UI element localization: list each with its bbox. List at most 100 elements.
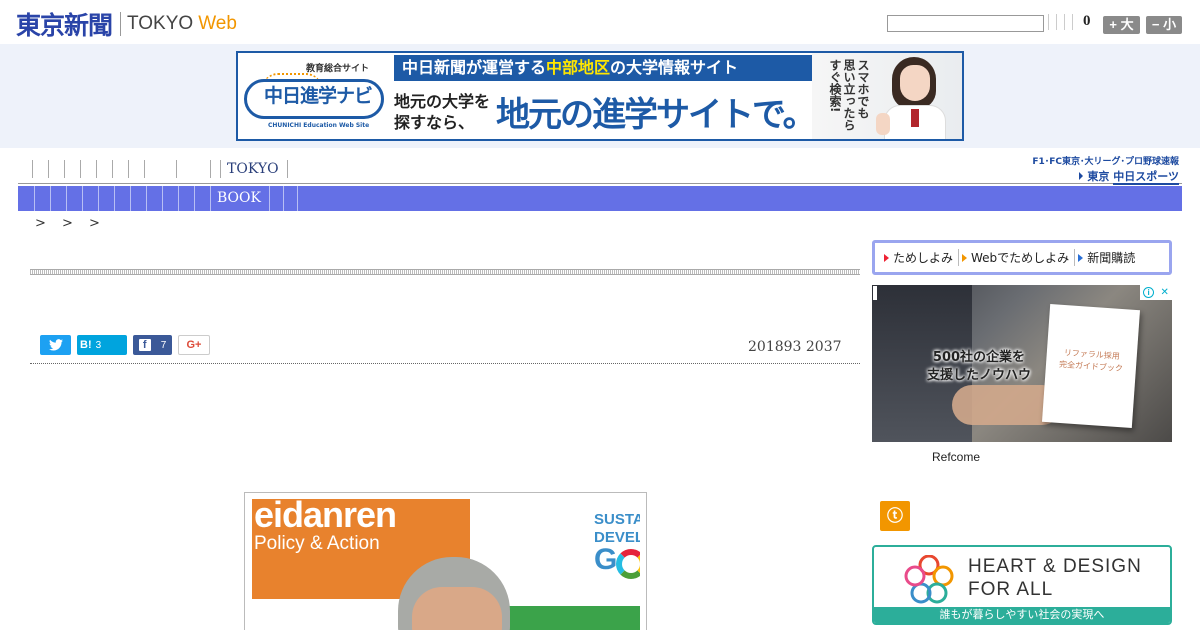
subscribe-link[interactable]: 新聞購読: [1074, 249, 1140, 266]
nav-item[interactable]: [80, 160, 96, 178]
banner-headline: 中日新聞が運営する中部地区の大学情報サイト: [394, 55, 812, 81]
web-trial-read-link[interactable]: Webでためしよみ: [958, 249, 1074, 266]
hatena-bookmark-button[interactable]: B! 3: [77, 335, 127, 355]
font-size-small-button[interactable]: − 小: [1146, 16, 1182, 34]
category-item[interactable]: [50, 186, 66, 211]
heart-design-banner[interactable]: HEART & DESIGN FOR ALL 誰もが暮らしやすい社会の実現へ: [872, 545, 1172, 625]
banner-headline-post: の大学情報サイト: [610, 58, 739, 77]
nav-item[interactable]: [210, 160, 220, 178]
category-item[interactable]: [268, 186, 283, 211]
logo-main-text: 東京新聞: [16, 11, 113, 40]
photo-sign-subtext: Policy & Action: [254, 533, 380, 554]
heart-design-line2: FOR ALL: [968, 579, 1054, 600]
ad-copy-line2: 支援したノウハウ: [926, 368, 1031, 383]
photo-sign-text: eidanren: [254, 499, 397, 535]
ad-copy-line1: 500社の企業を: [932, 350, 1026, 365]
banner-logo-sub: CHUNICHI Education Web Site: [268, 122, 370, 129]
ad-corner-marker: [873, 286, 877, 300]
nav-item[interactable]: [96, 160, 112, 178]
category-item[interactable]: [66, 186, 82, 211]
hatena-count: 3: [95, 339, 102, 351]
triangle-right-icon: [884, 253, 889, 262]
logo-web-text: Web: [198, 13, 237, 34]
category-item[interactable]: [282, 186, 297, 211]
mini-link-3[interactable]: [1064, 14, 1072, 30]
ad-choices[interactable]: i ✕: [1140, 285, 1172, 300]
article-photo[interactable]: eidanren Policy & Action SUSTA DEVEL G: [252, 499, 640, 630]
banner-vertical-col1: スマホでも: [856, 59, 870, 119]
ad-guidebook: リファラル採用 完全ガイドブック: [1041, 304, 1141, 428]
facebook-icon: f: [138, 339, 151, 351]
heart-design-title: HEART & DESIGN FOR ALL: [968, 555, 1142, 601]
category-item[interactable]: [34, 186, 50, 211]
twitter-bird-icon: [48, 339, 63, 351]
hatena-icon: B!: [80, 339, 92, 351]
triangle-right-icon: [1078, 253, 1084, 262]
ad-source-label[interactable]: Refcome: [932, 450, 980, 464]
banner-big-copy: 地元の進学サイトで。: [496, 95, 817, 135]
nav-item[interactable]: [112, 160, 128, 178]
trial-read-link[interactable]: ためしよみ: [881, 249, 958, 266]
category-item[interactable]: [114, 186, 130, 211]
category-item[interactable]: [18, 186, 34, 211]
facebook-count: 7: [160, 339, 167, 351]
banner-vertical-col3: すぐ検索!: [828, 59, 842, 113]
ad-copy: 500社の企業を 支援したノウハウ: [914, 349, 1044, 385]
category-item[interactable]: [194, 186, 210, 211]
logo-divider: [120, 12, 122, 36]
banner-left-line1: 地元の大学を: [394, 92, 491, 111]
banner-headline-pre: 中日新聞が運営する: [402, 58, 547, 77]
category-item[interactable]: [178, 186, 194, 211]
twitter-share-button[interactable]: [40, 335, 71, 355]
ad-info-icon[interactable]: i: [1143, 287, 1155, 298]
article-photo-frame: eidanren Policy & Action SUSTA DEVEL G: [244, 492, 647, 630]
photo-sdg-g: G: [594, 543, 618, 576]
primary-nav: TOKYO: [32, 160, 295, 178]
triangle-right-icon: [962, 253, 968, 262]
search-input[interactable]: [887, 15, 1044, 32]
site-logo[interactable]: 東京新聞 TOKYO Web: [16, 8, 237, 40]
chunichi-sports-link[interactable]: F1･FC東京･大リーグ･プロ野球速報 東京 中日スポーツ: [1027, 154, 1179, 185]
subscription-links: ためしよみ Webでためしよみ 新聞購読: [872, 240, 1172, 275]
category-item[interactable]: [146, 186, 162, 211]
chunichi-navi-banner[interactable]: 教育総合サイト 中日進学ナビ CHUNICHI Education Web Si…: [236, 51, 964, 141]
nav-item[interactable]: [32, 160, 48, 178]
ad-close-icon[interactable]: ✕: [1160, 287, 1168, 298]
banner-headline-highlight: 中部地区: [546, 58, 611, 77]
nav-item-tokyo[interactable]: TOKYO: [220, 160, 287, 178]
nav-item[interactable]: [144, 160, 176, 178]
sidebar-ad[interactable]: 500社の企業を 支援したノウハウ リファラル採用 完全ガイドブック i ✕: [872, 285, 1172, 442]
mini-link-2[interactable]: [1056, 14, 1064, 30]
header-count: 0: [1083, 13, 1091, 29]
heart-design-tagline: 誰もが暮らしやすい社会の実現へ: [874, 607, 1170, 623]
banner-small-label: 教育総合サイト: [306, 64, 370, 74]
category-nav: BOOK: [18, 186, 1182, 211]
category-item[interactable]: [162, 186, 178, 211]
category-item-book[interactable]: BOOK: [210, 186, 269, 211]
partner-logo-icon[interactable]: ⓣ: [880, 501, 910, 531]
web-trial-read-label: Webでためしよみ: [971, 251, 1070, 265]
photo-person-face: [412, 587, 502, 630]
nav-item[interactable]: [176, 160, 210, 178]
category-item[interactable]: [130, 186, 146, 211]
nav-item[interactable]: [128, 160, 144, 178]
banner-vertical-col2: 思い立ったら: [842, 59, 856, 131]
font-size-large-button[interactable]: + 大: [1103, 16, 1140, 34]
logo-tokyo-text: TOKYO: [127, 13, 194, 34]
nav-item-end: [286, 160, 295, 178]
trial-read-label: ためしよみ: [893, 251, 954, 265]
category-item[interactable]: [82, 186, 98, 211]
mini-link-1[interactable]: [1048, 14, 1056, 30]
breadcrumb[interactable]: > > >: [35, 216, 106, 231]
nav-item[interactable]: [48, 160, 64, 178]
category-item[interactable]: [98, 186, 114, 211]
mini-link-4[interactable]: [1072, 14, 1080, 30]
nav-item[interactable]: [64, 160, 80, 178]
photo-sdg-text: SUSTA DEVEL: [594, 511, 640, 547]
model-hand: [876, 113, 890, 135]
facebook-share-button[interactable]: f7: [133, 335, 172, 355]
google-plus-button[interactable]: G+: [178, 335, 210, 355]
google-plus-icon: G+: [186, 339, 202, 351]
banner-logo-text: 中日進学ナビ: [264, 85, 373, 107]
sdg-wheel-icon: [616, 549, 640, 579]
